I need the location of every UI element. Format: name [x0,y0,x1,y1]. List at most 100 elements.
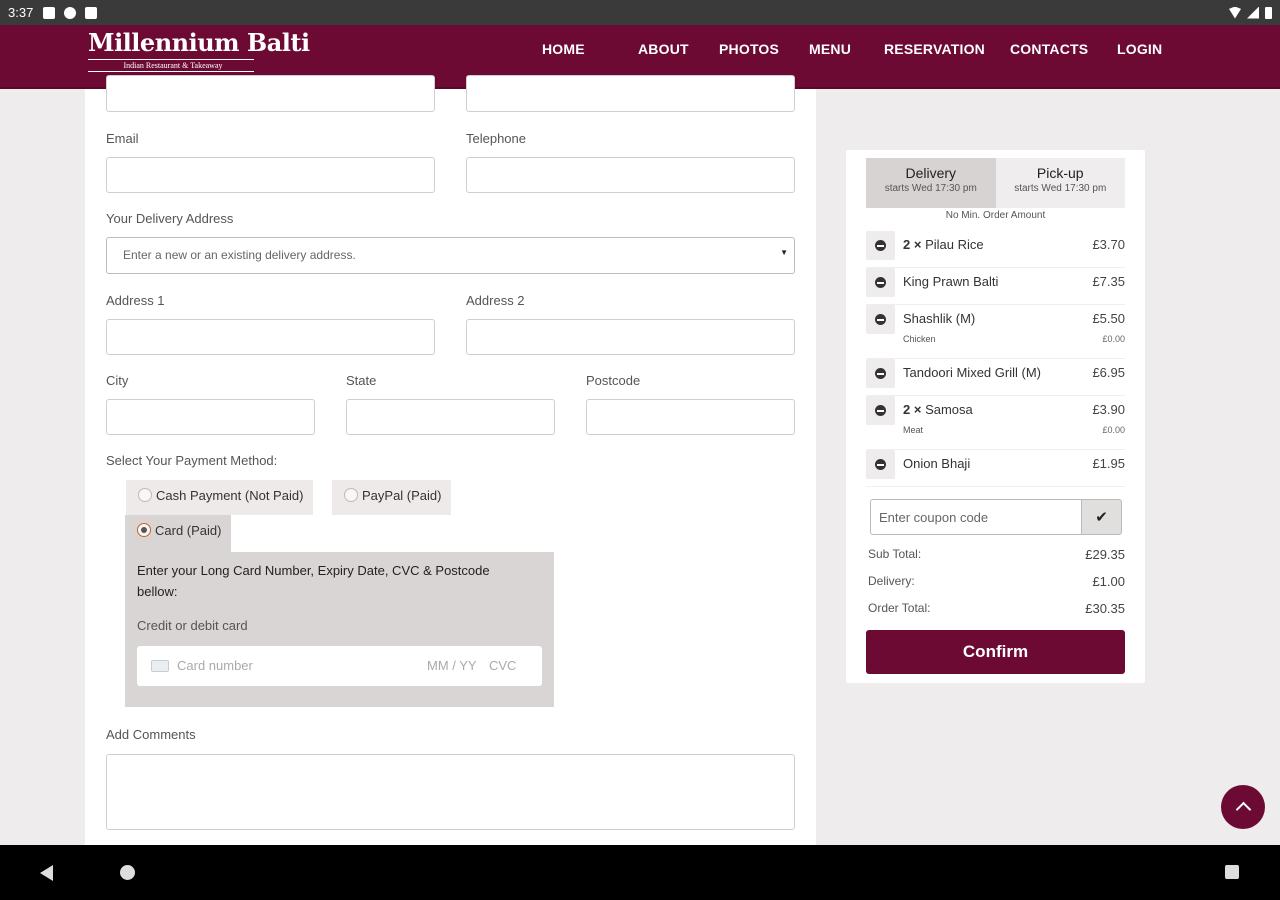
address1-field[interactable] [106,319,435,355]
nav-photos[interactable]: PHOTOS [719,41,779,57]
order-item-option: Chicken [903,334,936,344]
order-item-name: 2 × Samosa [903,402,973,417]
battery-icon [1265,6,1272,19]
postcode-label: Postcode [586,373,641,388]
order-item: Tandoori Mixed Grill (M) £6.95 [866,359,1125,396]
order-item-price: £6.95 [1092,365,1125,380]
card-expiry-placeholder[interactable]: MM / YY [427,658,477,673]
delivery-fee-label: Delivery: [868,574,915,588]
card-number-placeholder: Card number [177,658,253,673]
payment-option-cash-label: Cash Payment (Not Paid) [156,488,304,503]
order-item-name: 2 × Pilau Rice [903,237,984,252]
tab-delivery[interactable]: Delivery starts Wed 17:30 pm [866,158,996,208]
order-item-name: Shashlik (M) [903,311,976,326]
email-field[interactable] [106,157,435,193]
order-item-price: £3.90 [1092,402,1125,417]
state-label: State [346,373,377,388]
tab-pickup-sub: starts Wed 17:30 pm [1014,183,1107,194]
logo-title: Millennium Balti [88,28,310,57]
payment-method-label: Select Your Payment Method: [106,453,278,468]
recents-icon[interactable] [1225,865,1239,879]
nav-login[interactable]: LOGIN [1117,41,1162,57]
checkout-form: Email Telephone Your Delivery Address En… [85,75,816,845]
payment-option-card-label: Card (Paid) [155,523,222,538]
subtotal-value: £29.35 [1085,547,1125,562]
home-icon[interactable] [120,865,135,880]
signal-icon [1247,6,1259,19]
notification-icon [43,6,56,19]
remove-item-icon[interactable] [866,268,895,297]
delivery-fee-value: £1.00 [1092,574,1125,589]
status-icons [1229,6,1272,19]
order-item-price: £5.50 [1092,311,1125,326]
payment-option-paypal-label: PayPal (Paid) [362,488,442,503]
address2-label: Address 2 [466,293,525,308]
delivery-address-placeholder: Enter a new or an existing delivery addr… [123,248,356,262]
radio-button[interactable] [138,488,152,502]
back-icon[interactable] [40,865,53,881]
card-subtitle: Credit or debit card [137,618,248,633]
confirm-button[interactable]: Confirm [866,630,1125,674]
radio-button-selected[interactable] [137,523,151,537]
nav-menu[interactable]: MENU [809,41,851,57]
order-item-price: £7.35 [1092,274,1125,289]
nav-about[interactable]: ABOUT [638,41,689,57]
apply-coupon-button[interactable]: ✔ [1081,499,1122,535]
tab-delivery-sub: starts Wed 17:30 pm [884,183,977,194]
delivery-address-label: Your Delivery Address [106,211,234,226]
card-icon [151,660,169,672]
address1-label: Address 1 [106,293,165,308]
remove-item-icon[interactable] [866,359,895,388]
telephone-field[interactable] [466,157,795,193]
card-payment-panel: Enter your Long Card Number, Expiry Date… [125,552,554,707]
last-name-field[interactable] [466,75,795,112]
logo-subtitle: Indian Restaurant & Takeaway [88,59,254,72]
order-item-name: Onion Bhaji [903,456,971,471]
tab-delivery-label: Delivery [905,165,957,181]
nav-reservation[interactable]: RESERVATION [884,41,985,57]
name-field[interactable] [106,75,435,112]
city-label: City [106,373,129,388]
address2-field[interactable] [466,319,795,355]
order-item-option: Meat [903,425,924,435]
android-nav-bar [0,845,1280,900]
checkmark-icon: ✔ [1095,508,1108,526]
payment-option-cash[interactable]: Cash Payment (Not Paid) [126,480,314,515]
postcode-field[interactable] [586,399,795,435]
card-number-field[interactable]: Card number MM / YY CVC [137,646,542,686]
order-total-value: £30.35 [1085,601,1125,616]
email-label: Email [106,131,139,146]
order-type-tabs: Delivery starts Wed 17:30 pm Pick-up sta… [866,158,1125,208]
order-total-label: Order Total: [868,601,931,615]
scroll-to-top-icon[interactable] [1221,785,1265,829]
subtotal-label: Sub Total: [868,547,922,561]
tab-pickup[interactable]: Pick-up starts Wed 17:30 pm [995,158,1125,208]
remove-item-icon[interactable] [866,305,895,334]
payment-option-card[interactable]: Card (Paid) [125,515,232,555]
order-item-option-price: £0.00 [1102,334,1125,344]
status-time: 3:37 [8,5,34,20]
nav-home[interactable]: HOME [542,41,585,57]
payment-option-paypal[interactable]: PayPal (Paid) [332,480,452,515]
wifi-icon [1229,6,1241,19]
coupon-placeholder: Enter coupon code [879,510,989,525]
comments-textarea[interactable] [106,754,795,830]
android-status-bar: 3:37 [0,0,1280,25]
coupon-input[interactable]: Enter coupon code [870,499,1082,535]
remove-item-icon[interactable] [866,396,895,425]
remove-item-icon[interactable] [866,450,895,479]
card-cvc-placeholder[interactable]: CVC [489,658,516,673]
city-field[interactable] [106,399,315,435]
order-item-price: £3.70 [1092,237,1125,252]
state-field[interactable] [346,399,555,435]
delivery-address-select[interactable]: Enter a new or an existing delivery addr… [106,237,795,274]
delivery-fee-row: Delivery: £1.00 [868,574,1125,589]
comments-label: Add Comments [106,727,196,742]
min-order-note: No Min. Order Amount [945,210,1046,221]
remove-item-icon[interactable] [866,231,895,260]
order-item: Shashlik (M) £5.50 Chicken £0.00 [866,305,1125,359]
nav-contacts[interactable]: CONTACTS [1010,41,1088,57]
notification-icon [85,6,98,19]
radio-button[interactable] [344,488,358,502]
site-logo[interactable]: Millennium Balti Indian Restaurant & Tak… [88,28,310,76]
